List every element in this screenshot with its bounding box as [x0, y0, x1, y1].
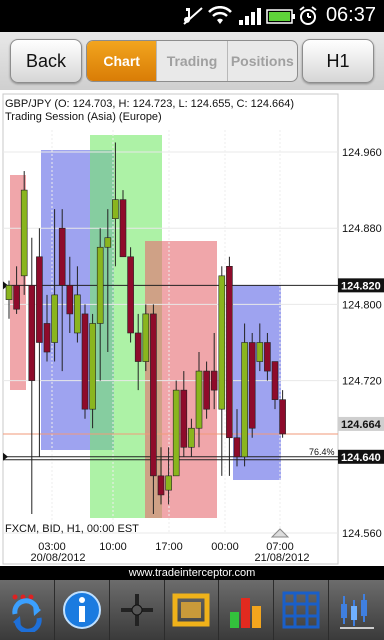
- candle-body: [256, 342, 264, 362]
- clock: 06:37: [325, 4, 376, 26]
- bottom-toolbar: [0, 580, 384, 640]
- candle-body: [195, 370, 203, 429]
- y-tick-label: 124.800: [342, 299, 382, 311]
- candle-body: [142, 313, 150, 362]
- info-icon: [62, 591, 101, 629]
- candle-body: [218, 275, 226, 410]
- candle-body: [165, 475, 172, 491]
- price-marker-lower: 124.640: [341, 452, 381, 464]
- candle-body: [226, 266, 233, 439]
- x-tick-label: 00:00: [211, 541, 239, 553]
- refresh-icon: [12, 594, 42, 632]
- candle-body: [43, 323, 51, 353]
- candle-body: [112, 199, 119, 219]
- indicators-button[interactable]: [219, 580, 275, 640]
- candle-body: [157, 475, 165, 496]
- view-tabs: Chart Trading Positions: [86, 40, 298, 82]
- candle-body: [89, 323, 96, 410]
- candle-body: [172, 389, 180, 477]
- candle: [81, 304, 89, 419]
- candle-body: [279, 399, 286, 435]
- y-tick-label: 124.880: [342, 223, 382, 235]
- candle-body: [51, 294, 58, 343]
- y-tick-label: 124.960: [342, 147, 382, 159]
- tab-chart[interactable]: Chart: [87, 41, 157, 81]
- tab-positions[interactable]: Positions: [226, 41, 297, 81]
- candle-body: [104, 237, 112, 248]
- candle-body: [264, 342, 271, 372]
- wifi-icon: [208, 6, 232, 24]
- crosshair-icon: [120, 594, 153, 626]
- candle-body: [180, 389, 188, 448]
- candle: [119, 190, 127, 258]
- candle-body: [248, 342, 256, 429]
- candle: [172, 380, 180, 477]
- mute-icon: [183, 7, 203, 25]
- candle-body: [5, 285, 13, 300]
- zoom-frame-button[interactable]: [165, 580, 220, 640]
- candle-body: [188, 427, 195, 448]
- candle-body: [74, 294, 81, 334]
- candle-body: [241, 342, 248, 458]
- tab-trading[interactable]: Trading: [156, 41, 226, 81]
- candle-body: [271, 361, 279, 400]
- candle-body: [96, 246, 104, 324]
- candle-body: [203, 370, 210, 410]
- battery-icon: [266, 9, 295, 24]
- status-bar: 06:37: [0, 0, 384, 32]
- timeframe-button[interactable]: H1: [302, 39, 374, 83]
- candle-body: [28, 285, 36, 381]
- crosshair-button[interactable]: [110, 580, 165, 640]
- footer-url: www.tradeinterceptor.com: [0, 566, 384, 580]
- candle-body: [81, 313, 89, 410]
- zoom-frame-icon: [172, 593, 210, 627]
- alarm-icon: [299, 6, 317, 25]
- candle-body: [36, 256, 43, 343]
- candle: [241, 323, 248, 467]
- chart-footer-source: FXCM, BID, H1, 00:00 EST: [5, 523, 139, 535]
- grid-button[interactable]: [274, 580, 330, 640]
- y-tick-label: 124.720: [342, 376, 382, 388]
- signal-icon: [239, 8, 261, 25]
- candle: [142, 304, 150, 372]
- candle-body: [127, 256, 134, 334]
- candle-body: [66, 285, 74, 315]
- candle-body: [20, 189, 28, 277]
- fib-percent-label: 76.4%: [309, 447, 335, 457]
- candle-body: [134, 332, 142, 362]
- candle-body: [13, 285, 20, 310]
- price-chart[interactable]: 124.960 124.880 124.800 124.720 124.560 124.8…: [0, 90, 384, 566]
- back-button[interactable]: Back: [10, 39, 82, 83]
- top-toolbar: Back Chart Trading Positions H1: [0, 32, 384, 90]
- date-label: 20/08/2012: [30, 552, 85, 564]
- chart-type-button[interactable]: [329, 580, 384, 640]
- candle: [127, 247, 134, 343]
- chart-header-ohlc: GBP/JPY (O: 124.703, H: 124.723, L: 124.…: [5, 98, 294, 110]
- info-button[interactable]: [55, 580, 110, 640]
- x-tick-label: 17:00: [155, 541, 183, 553]
- candle-body: [210, 370, 218, 391]
- indicators-icon: [230, 598, 262, 628]
- date-label: 21/08/2012: [254, 552, 309, 564]
- chart-type-icon: [340, 594, 375, 629]
- x-tick-label: 10:00: [99, 541, 127, 553]
- chart-header-sessions: Trading Session (Asia) (Europe): [5, 111, 162, 123]
- candle-body: [58, 227, 66, 286]
- price-marker-upper: 124.820: [341, 280, 381, 292]
- y-tick-label: 124.560: [342, 528, 382, 540]
- candle-body: [150, 313, 157, 477]
- candle-body: [119, 199, 127, 258]
- current-price-label: 124.664: [341, 419, 382, 431]
- grid-icon: [282, 591, 320, 629]
- chart-area[interactable]: 124.960 124.880 124.800 124.720 124.560 124.8…: [0, 90, 384, 566]
- refresh-button[interactable]: [0, 580, 55, 640]
- candle-body: [233, 437, 241, 458]
- candle: [248, 332, 256, 438]
